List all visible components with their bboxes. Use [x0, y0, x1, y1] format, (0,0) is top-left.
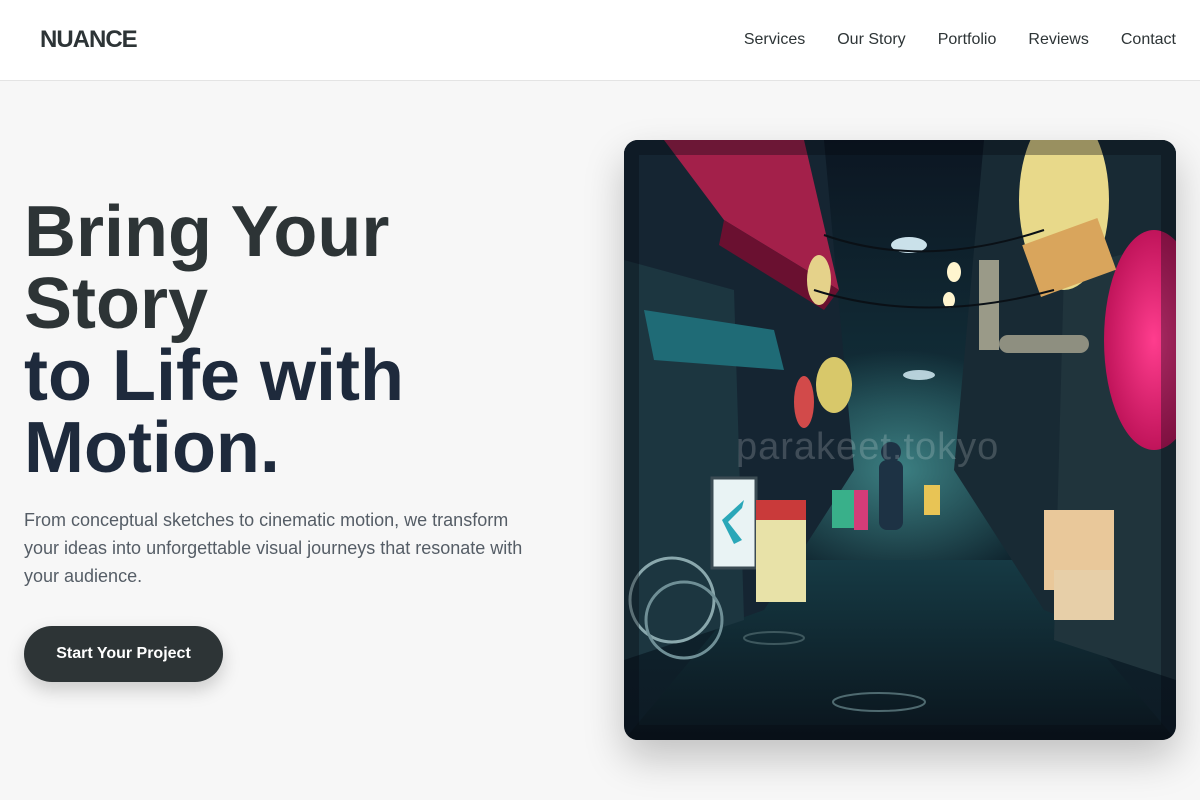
headline-line-3: to Life with [24, 336, 404, 416]
brand-logo[interactable]: NUANCE [40, 26, 138, 54]
site-header: NUANCE Services Our Story Portfolio Revi… [0, 0, 1200, 81]
image-watermark: parakeet.tokyo [736, 426, 1000, 468]
start-project-button[interactable]: Start Your Project [24, 626, 223, 682]
hero-headline: Bring Your Story to Life with Motion. [24, 196, 544, 484]
hero-image: parakeet.tokyo [624, 140, 1176, 740]
nav-link-reviews[interactable]: Reviews [1028, 30, 1088, 50]
nav-link-our-story[interactable]: Our Story [837, 30, 905, 50]
hero-text-block: Bring Your Story to Life with Motion. Fr… [24, 196, 544, 590]
headline-line-4: Motion. [24, 408, 280, 488]
hero-subtext: From conceptual sketches to cinematic mo… [24, 510, 523, 586]
nav-link-services[interactable]: Services [744, 30, 805, 50]
headline-line-1: Bring Your [24, 192, 390, 272]
headline-line-2: Story [24, 264, 209, 344]
main-nav: Services Our Story Portfolio Reviews Con… [744, 30, 1176, 50]
nav-link-contact[interactable]: Contact [1121, 30, 1176, 50]
nav-link-portfolio[interactable]: Portfolio [938, 30, 997, 50]
